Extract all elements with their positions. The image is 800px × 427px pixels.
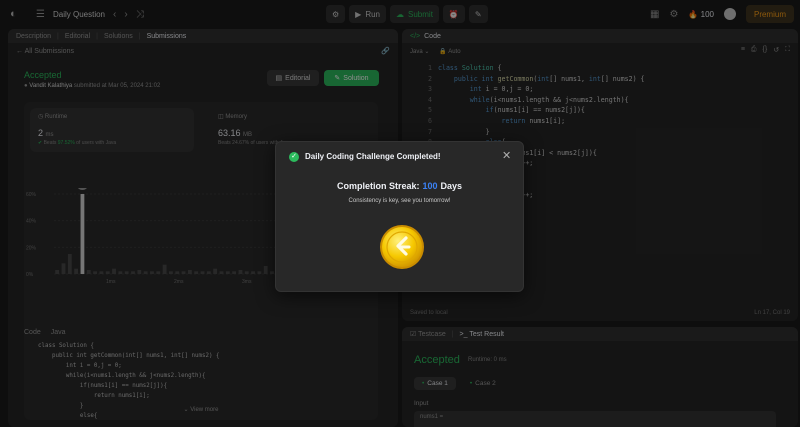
close-icon[interactable]: ✕ [502,150,511,162]
challenge-completed-dialog: ✓ Daily Coding Challenge Completed! ✕ Co… [275,141,524,292]
dialog-subtitle: Consistency is key, see you tomorrow! [348,198,451,204]
gold-coin-icon [380,225,424,269]
dialog-title: Daily Coding Challenge Completed! [305,152,441,161]
completion-streak: Completion Streak: 100 Days [276,181,523,191]
streak-suffix: Days [440,181,463,191]
streak-prefix: Completion Streak: [336,181,420,191]
check-circle-icon: ✓ [289,152,299,162]
streak-number: 100 [422,181,438,191]
